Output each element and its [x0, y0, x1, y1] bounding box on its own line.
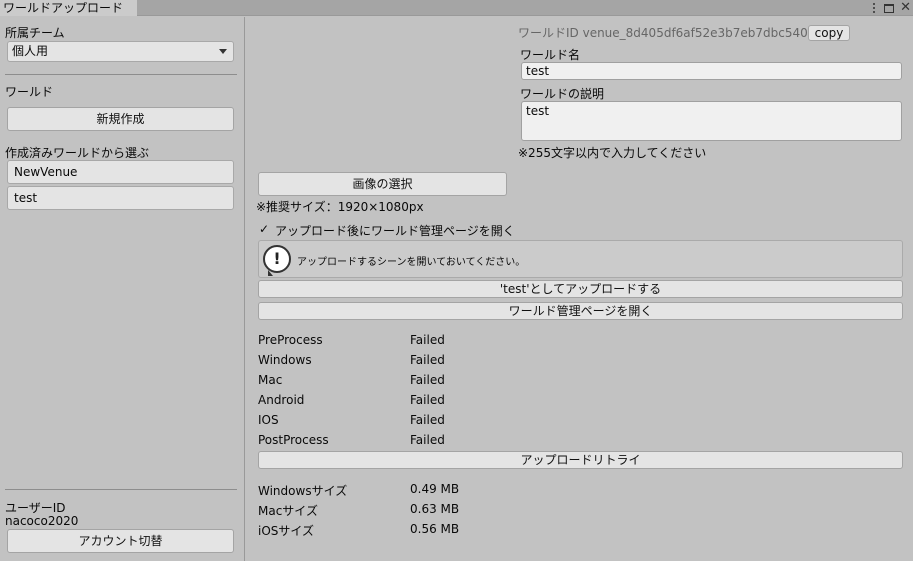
window-tab-title: ワールドアップロード [3, 1, 124, 15]
status-value: Failed [410, 433, 445, 447]
retry-upload-button[interactable]: アップロードリトライ [258, 451, 903, 469]
world-list-item[interactable]: test [7, 186, 234, 210]
close-icon[interactable]: ✕ [900, 1, 911, 14]
switch-account-button[interactable]: アカウント切替 [7, 529, 234, 553]
status-name: Windows [258, 353, 312, 367]
open-after-upload-checkbox[interactable]: ✓ [258, 223, 270, 235]
new-world-button[interactable]: 新規作成 [7, 107, 234, 131]
size-name: Windowsサイズ [258, 484, 348, 498]
world-section-label: ワールド [5, 85, 54, 99]
world-description-label: ワールドの説明 [520, 87, 605, 101]
world-description-textarea[interactable]: test [521, 101, 902, 141]
world-id-text: ワールドID venue_8d405df6af52e3b7eb7dbc5400 [518, 26, 816, 40]
help-message-text: アップロードするシーンを開いておいてください。 [297, 257, 526, 268]
status-name: Mac [258, 373, 283, 387]
maximize-icon[interactable] [884, 3, 895, 13]
open-after-upload-label: アップロード後にワールド管理ページを開く [275, 224, 515, 238]
status-name: IOS [258, 413, 279, 427]
size-name: iOSサイズ [258, 524, 315, 538]
status-value: Failed [410, 373, 445, 387]
world-name-input[interactable]: test [521, 62, 902, 80]
team-select[interactable]: 個人用 [7, 41, 234, 62]
description-length-hint: ※255文字以内で入力してください [518, 146, 707, 160]
window-tab[interactable]: ワールドアップロード [0, 0, 137, 16]
copy-button[interactable]: copy [808, 25, 850, 41]
select-image-button[interactable]: 画像の選択 [258, 172, 507, 196]
world-list-item[interactable]: NewVenue [7, 160, 234, 184]
existing-worlds-label: 作成済みワールドから選ぶ [5, 146, 150, 160]
status-value: Failed [410, 333, 445, 347]
team-label: 所属チーム [5, 26, 65, 40]
size-name: Macサイズ [258, 504, 318, 518]
open-manage-page-button[interactable]: ワールド管理ページを開く [258, 302, 903, 320]
window-controls: ✕ [870, 0, 911, 16]
status-name: PreProcess [258, 333, 323, 347]
divider [5, 489, 237, 490]
warning-icon: ! [263, 245, 291, 276]
right-panel: ワールドID venue_8d405df6af52e3b7eb7dbc5400 … [246, 17, 913, 561]
left-panel: 所属チーム 個人用 ワールド 新規作成 作成済みワールドから選ぶ NewVenu… [0, 17, 245, 561]
status-name: PostProcess [258, 433, 329, 447]
team-selected-value: 個人用 [12, 44, 49, 58]
upload-button[interactable]: 'test'としてアップロードする [258, 280, 903, 298]
image-size-hint: ※推奨サイズ：1920×1080px [256, 200, 424, 214]
user-id-value: nacoco2020 [5, 514, 79, 528]
divider [5, 74, 237, 75]
status-value: Failed [410, 413, 445, 427]
status-value: Failed [410, 393, 445, 407]
status-name: Android [258, 393, 305, 407]
size-value: 0.49 MB [410, 482, 460, 496]
dropdown-arrow-icon [219, 49, 227, 54]
help-message-box: ! アップロードするシーンを開いておいてください。 [258, 240, 903, 278]
status-value: Failed [410, 353, 445, 367]
size-value: 0.63 MB [410, 502, 460, 516]
window-tab-bar: ワールドアップロード ✕ [0, 0, 913, 16]
size-value: 0.56 MB [410, 522, 460, 536]
more-options-icon[interactable] [870, 2, 878, 14]
world-name-label: ワールド名 [520, 48, 581, 62]
